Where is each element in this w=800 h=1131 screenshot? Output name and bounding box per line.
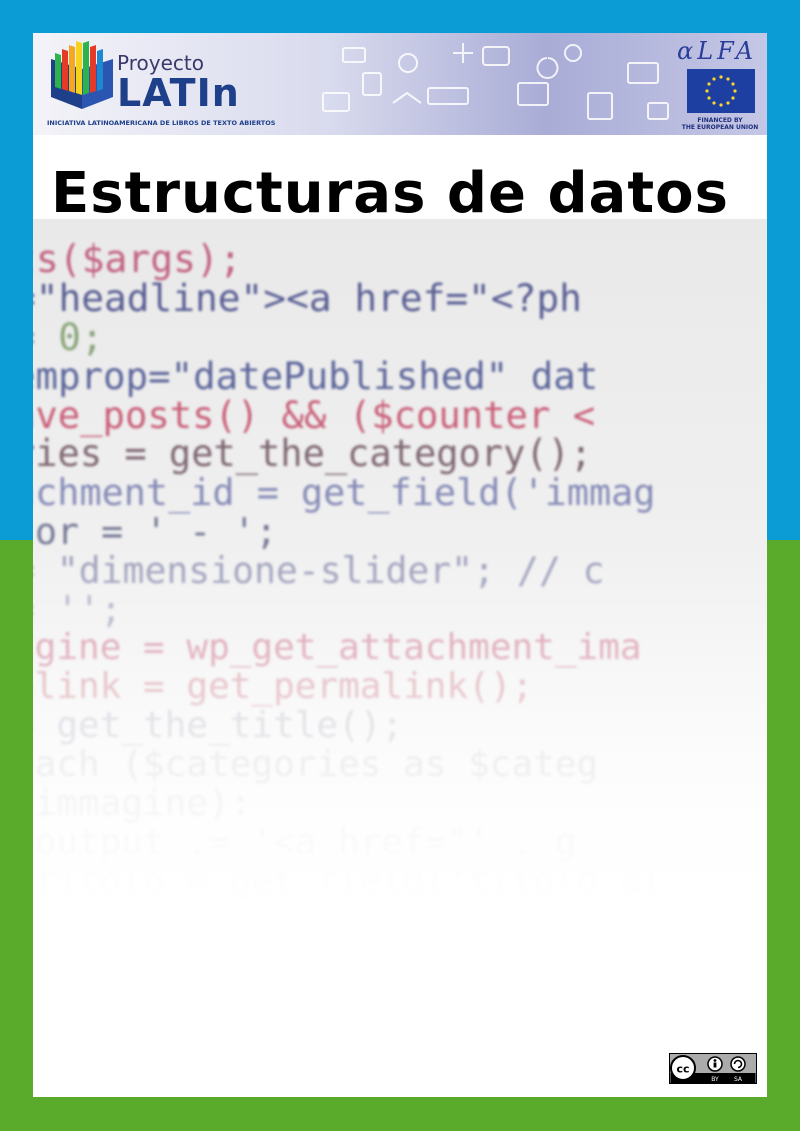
cc-by-sa-license-icon: cc BY SA bbox=[669, 1053, 757, 1084]
code-fade-overlay bbox=[33, 219, 767, 925]
cover-page: Proyecto LATIn INICIATIVA LATINOAMERICAN… bbox=[33, 33, 767, 1097]
proyecto-latin-logo: Proyecto LATIn INICIATIVA LATINOAMERICAN… bbox=[47, 39, 297, 129]
eu-funding-text: FINANCED BY THE EUROPEAN UNION bbox=[673, 117, 767, 131]
cc-label: cc bbox=[676, 1063, 689, 1076]
alfa-label: αLFA bbox=[677, 37, 758, 65]
eu-line-2: THE EUROPEAN UNION bbox=[681, 124, 759, 131]
eu-line-1: FINANCED BY bbox=[697, 117, 743, 124]
book-title: Estructuras de datos bbox=[51, 161, 729, 226]
logo-latin-text: LATIn bbox=[117, 71, 240, 115]
by-label: BY bbox=[711, 1076, 719, 1083]
logo-subtitle: INICIATIVA LATINOAMERICANA DE LIBROS DE … bbox=[47, 119, 276, 127]
open-book-logo-icon bbox=[51, 41, 113, 109]
eu-flag-icon bbox=[687, 69, 755, 113]
sa-label: SA bbox=[734, 1076, 743, 1083]
code-background-image: ts($args);="headline"><a href="<?ph= 0;e… bbox=[33, 219, 767, 925]
alfa-eu-logo: αLFA FINANCED BY THE EUROPEAN UNION bbox=[673, 37, 767, 133]
technology-icons-pattern bbox=[322, 43, 669, 120]
project-banner: Proyecto LATIn INICIATIVA LATINOAMERICAN… bbox=[33, 33, 767, 135]
